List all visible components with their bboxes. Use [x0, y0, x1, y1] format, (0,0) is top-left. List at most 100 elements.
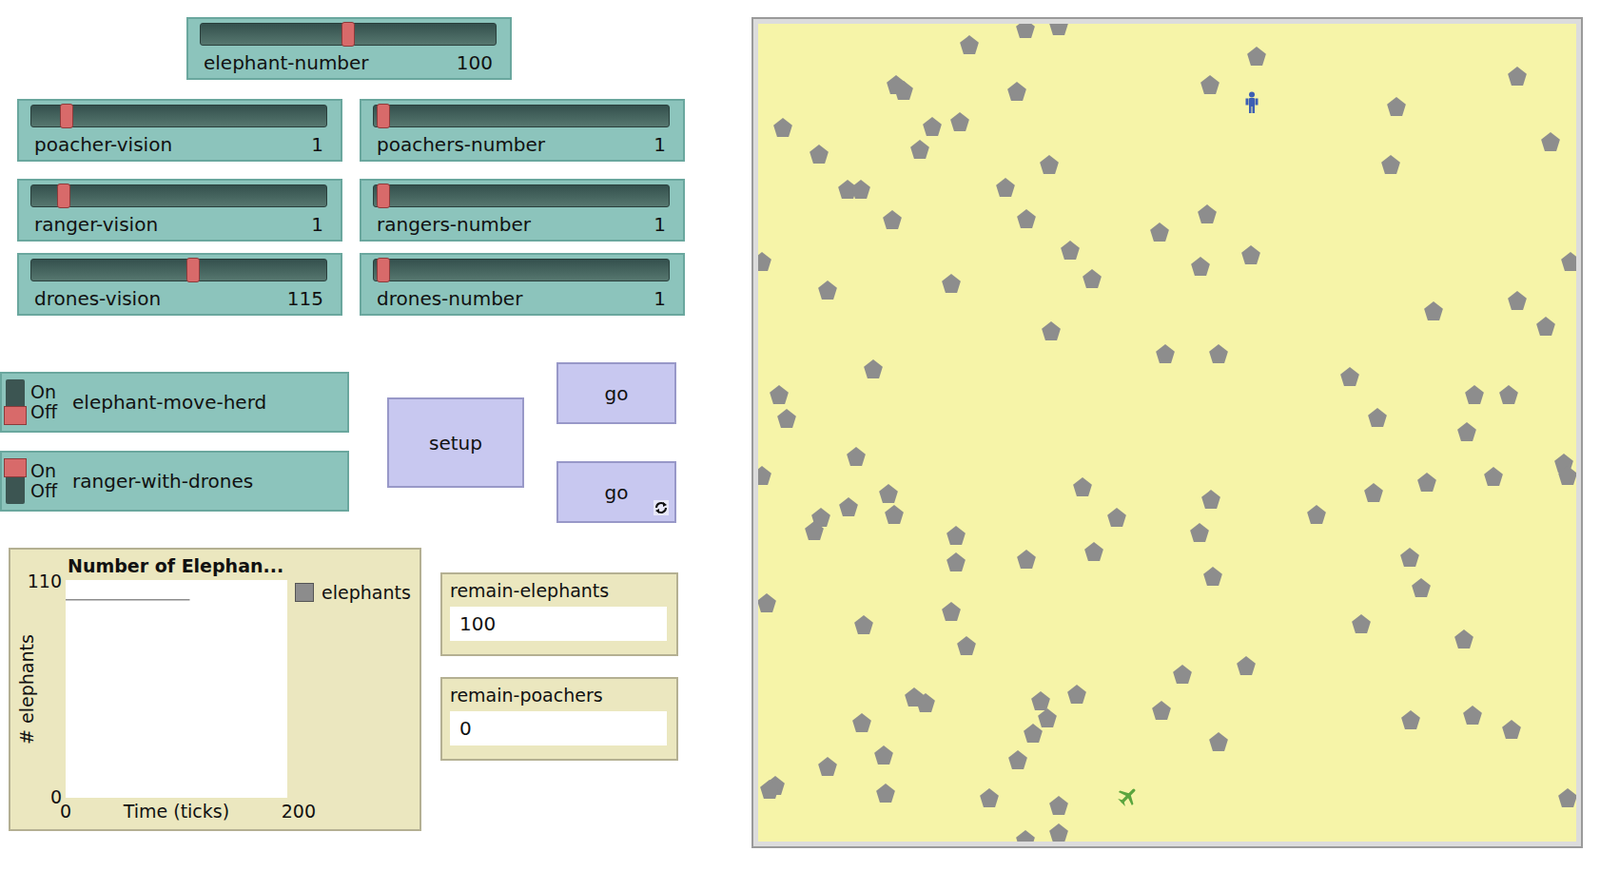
elephant-icon [1506, 65, 1528, 87]
elephant-icon [1106, 507, 1128, 528]
go-button[interactable]: go [556, 362, 677, 425]
elephant-icon [940, 273, 962, 294]
plot-y-label: # elephants [16, 634, 38, 745]
slider-handle[interactable] [376, 257, 391, 283]
elephant-icon [1015, 548, 1037, 570]
slider-label: poacher-vision [34, 133, 173, 157]
elephant-icon [776, 408, 798, 430]
elephant-icon [758, 251, 773, 273]
world-view [751, 17, 1583, 849]
slider-label: rangers-number [376, 213, 531, 236]
elephant-icon [1048, 795, 1070, 817]
go-button[interactable]: go [556, 461, 677, 524]
button-label: go [604, 382, 629, 406]
switch-on-text: On [30, 461, 58, 482]
elephant-icon [978, 787, 1000, 809]
elephant-icon [772, 117, 794, 138]
elephant-icon [1083, 541, 1105, 563]
slider-handle[interactable] [376, 183, 391, 209]
slider[interactable]: drones-vision115 [17, 253, 343, 316]
elephant-icon [921, 116, 943, 137]
slider-value: 115 [287, 287, 324, 311]
elephant-icon [1235, 655, 1257, 677]
slider-value: 1 [653, 133, 666, 157]
elephant-icon [1410, 577, 1432, 599]
slider-track[interactable] [372, 258, 670, 282]
slider-value: 1 [653, 213, 666, 236]
elephant-icon [1196, 203, 1218, 225]
slider[interactable]: elephant-number100 [186, 17, 512, 80]
elephant-icon [1038, 154, 1060, 176]
elephant-icon [1366, 407, 1388, 429]
switch[interactable]: OnOffranger-with-drones [0, 450, 350, 512]
elephant-icon [1154, 343, 1176, 365]
switch-on-text: On [30, 382, 58, 403]
elephant-icon [1350, 613, 1372, 635]
slider[interactable]: ranger-vision1 [17, 178, 343, 242]
elephant-icon [808, 143, 830, 165]
slider-track[interactable] [372, 104, 670, 128]
monitor-label: remain-elephants [449, 580, 667, 602]
elephant-icon [893, 79, 915, 101]
elephant-icon [1040, 320, 1062, 342]
elephant-icon [862, 358, 884, 380]
world [758, 23, 1577, 842]
slider-track[interactable] [30, 258, 328, 282]
elephant-icon [845, 446, 867, 468]
legend-label: elephants [321, 582, 411, 604]
slider-track[interactable] [199, 22, 497, 46]
slider-value: 100 [456, 51, 493, 75]
elephant-icon [1498, 384, 1520, 406]
drone-icon [1117, 785, 1139, 807]
button-label: go [604, 481, 629, 505]
elephant-icon [875, 782, 897, 804]
elephant-icon [1149, 221, 1171, 243]
elephant-icon [838, 496, 859, 518]
slider-handle[interactable] [186, 257, 200, 283]
elephant-icon [1246, 45, 1268, 67]
slider-handle[interactable] [341, 21, 355, 47]
switch-label: ranger-with-drones [72, 469, 254, 493]
elephant-icon [853, 614, 875, 636]
slider[interactable]: drones-number1 [359, 253, 685, 316]
monitor-value: 0 [449, 711, 667, 746]
elephant-icon [1048, 822, 1070, 842]
slider-track[interactable] [30, 104, 328, 128]
elephant-icon [945, 551, 967, 573]
slider-label: ranger-vision [34, 213, 158, 236]
slider-handle[interactable] [376, 103, 391, 129]
slider-value: 1 [311, 133, 324, 157]
elephant-icon [1306, 504, 1327, 526]
switch-toggle[interactable] [5, 458, 25, 505]
elephant-icon [940, 601, 962, 623]
legend-swatch [294, 583, 314, 603]
plot: Number of Elephan...# elephants1100eleph… [8, 547, 422, 832]
slider-track[interactable] [30, 184, 328, 208]
slider[interactable]: poachers-number1 [359, 98, 685, 162]
slider-handle[interactable] [57, 183, 71, 209]
ranger-icon [1244, 90, 1260, 115]
slider-track[interactable] [372, 184, 670, 208]
plot-area [65, 580, 288, 799]
monitor: remain-elephants 100 [440, 572, 679, 657]
monitor-value: 100 [449, 606, 667, 642]
elephant-icon [1059, 239, 1081, 261]
elephant-icon [1339, 366, 1361, 388]
elephant-icon [1072, 476, 1093, 498]
switch[interactable]: OnOffelephant-move-herd [0, 371, 350, 433]
elephant-icon [1463, 384, 1485, 406]
slider[interactable]: rangers-number 1 [359, 178, 685, 242]
elephant-icon [1535, 315, 1557, 337]
plot-x-tick: 0 [59, 800, 72, 827]
elephant-icon [1240, 244, 1262, 266]
slider[interactable]: poacher-vision 1 [17, 98, 343, 162]
switch-toggle[interactable] [5, 379, 25, 426]
elephant-icon [1423, 300, 1444, 322]
elephant-icon [1560, 251, 1577, 273]
elephant-icon [949, 111, 971, 133]
elephant-icon [1030, 690, 1052, 712]
setup-button[interactable]: setup [387, 397, 525, 488]
elephant-icon [995, 176, 1016, 198]
slider-handle[interactable] [59, 103, 74, 129]
elephant-icon [1557, 465, 1577, 487]
